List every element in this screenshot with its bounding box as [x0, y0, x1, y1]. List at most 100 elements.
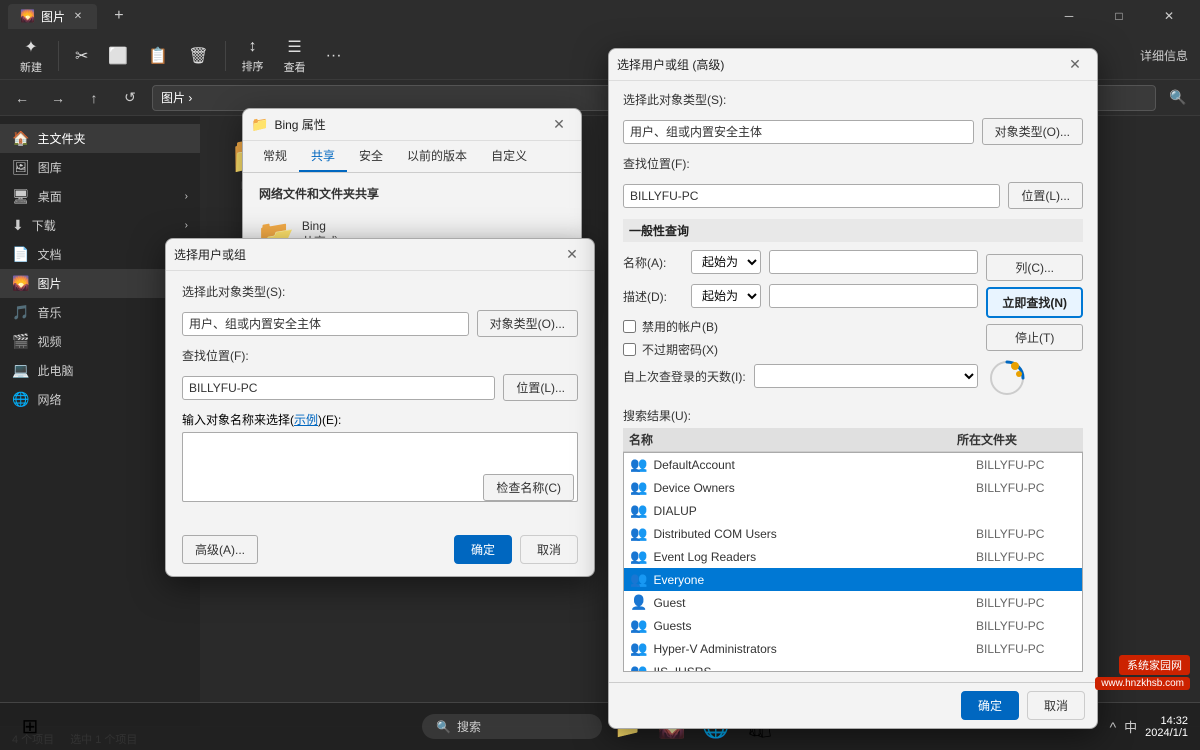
disabled-accounts-row: 禁用的帐户(B)	[623, 318, 978, 335]
adv-object-type-row: 对象类型(O)...	[623, 118, 1083, 145]
query-fields: 名称(A): 起始为 包含 描述(D): 起始为 包含	[623, 250, 978, 398]
result-dialup[interactable]: 👥 DIALUP	[624, 499, 1082, 522]
select-user-small-title: 选择用户或组	[174, 246, 558, 263]
location-button[interactable]: 位置(L)...	[503, 374, 578, 401]
col-name-header: 名称	[629, 431, 957, 448]
view-icon: ☰	[287, 37, 301, 57]
name-value-input[interactable]	[769, 250, 978, 274]
tray-arrow[interactable]: ^	[1110, 719, 1117, 735]
paste-button[interactable]: 📋	[140, 42, 176, 70]
tab-security[interactable]: 安全	[347, 141, 395, 172]
computer-icon: 💻	[12, 362, 29, 379]
result-name: Everyone	[653, 573, 976, 587]
sidebar-item-gallery[interactable]: 🖼 图库	[0, 153, 200, 182]
no-expire-password-row: 不过期密码(X)	[623, 341, 978, 358]
folder-icon: 🌄	[20, 9, 35, 23]
object-type-button[interactable]: 对象类型(O)...	[477, 310, 578, 337]
object-type-input[interactable]	[182, 312, 469, 336]
sidebar-item-label: 此电脑	[37, 362, 73, 379]
more-button[interactable]: ···	[318, 43, 350, 69]
desc-qualifier-select[interactable]: 起始为 包含	[691, 284, 761, 308]
no-expire-password-checkbox[interactable]	[623, 343, 636, 356]
sidebar-item-label: 网络	[37, 391, 61, 408]
select-user-advanced-body: 选择此对象类型(S): 对象类型(O)... 查找位置(F): 位置(L)...…	[609, 81, 1097, 682]
minimize-button[interactable]: ─	[1046, 0, 1092, 32]
result-everyone[interactable]: 👥 Everyone	[624, 568, 1082, 591]
location-input[interactable]	[182, 376, 495, 400]
close-button[interactable]: ✕	[1146, 0, 1192, 32]
adv-location-button[interactable]: 位置(L)...	[1008, 182, 1083, 209]
adv-object-type-button[interactable]: 对象类型(O)...	[982, 118, 1083, 145]
adv-ok-button[interactable]: 确定	[961, 691, 1019, 720]
taskbar-search-box[interactable]: 🔍 搜索	[422, 714, 602, 739]
user-group-icon: 👥	[630, 456, 647, 473]
sidebar-item-downloads[interactable]: ⬇ 下载 ›	[0, 211, 200, 240]
watermark-url: www.hnzkhsb.com	[1095, 677, 1190, 690]
copy-button[interactable]: ⬜	[100, 42, 136, 70]
days-since-login-row: 自上次查登录的天数(I):	[623, 364, 978, 388]
search-icon: 🔍	[436, 720, 451, 734]
up-button[interactable]: ↑	[80, 84, 108, 112]
sidebar-item-label: 主文件夹	[37, 130, 85, 147]
start-button[interactable]: ⊞	[12, 709, 48, 745]
name-qualifier-select[interactable]: 起始为 包含	[691, 250, 761, 274]
delete-icon: 🗑	[188, 46, 208, 66]
window-controls: ─ □ ✕	[1046, 0, 1192, 32]
column-button[interactable]: 列(C)...	[986, 254, 1083, 281]
tab-sharing[interactable]: 共享	[299, 141, 347, 172]
tab-general[interactable]: 常规	[251, 141, 299, 172]
gallery-icon: 🖼	[12, 159, 30, 176]
adv-location-row: 位置(L)...	[623, 182, 1083, 209]
sort-button[interactable]: ↕ 排序	[234, 34, 272, 78]
advanced-button[interactable]: 高级(A)...	[182, 535, 258, 564]
days-since-login-select[interactable]	[754, 364, 979, 388]
search-button[interactable]: 🔍	[1164, 84, 1192, 112]
adv-cancel-button[interactable]: 取消	[1027, 691, 1085, 720]
find-now-button[interactable]: 立即查找(N)	[986, 287, 1083, 318]
ok-button[interactable]: 确定	[454, 535, 512, 564]
cancel-button[interactable]: 取消	[520, 535, 578, 564]
tab-customize[interactable]: 自定义	[479, 141, 539, 172]
copy-icon: ⬜	[108, 46, 128, 66]
desc-value-input[interactable]	[769, 284, 978, 308]
forward-button[interactable]: →	[44, 84, 72, 112]
tab-close-button[interactable]: ✕	[71, 9, 85, 23]
result-distributed-com-users[interactable]: 👥 Distributed COM Users BILLYFU-PC	[624, 522, 1082, 545]
stop-button[interactable]: 停止(T)	[986, 324, 1083, 351]
sidebar-item-desktop[interactable]: 🖥 桌面 ›	[0, 182, 200, 211]
active-tab[interactable]: 🌄 图片 ✕	[8, 4, 97, 29]
sidebar-item-home[interactable]: 🏠 主文件夹	[0, 124, 200, 153]
delete-button[interactable]: 🗑	[180, 42, 216, 70]
tab-title: 图片	[41, 8, 65, 25]
new-tab-button[interactable]: +	[105, 2, 133, 30]
select-user-small-close[interactable]: ✕	[558, 241, 586, 269]
tab-previous-versions[interactable]: 以前的版本	[395, 141, 479, 172]
running-animation	[986, 357, 1028, 399]
result-default-account[interactable]: 👥 DefaultAccount BILLYFU-PC	[624, 453, 1082, 476]
maximize-button[interactable]: □	[1096, 0, 1142, 32]
result-event-log-readers[interactable]: 👥 Event Log Readers BILLYFU-PC	[624, 545, 1082, 568]
view-button[interactable]: ☰ 查看	[276, 33, 314, 79]
select-user-advanced-close[interactable]: ✕	[1061, 51, 1089, 79]
adv-location-input[interactable]	[623, 184, 1000, 208]
user-group-icon: 👥	[630, 525, 647, 542]
result-hyperv-admins[interactable]: 👥 Hyper-V Administrators BILLYFU-PC	[624, 637, 1082, 660]
adv-object-type-input[interactable]	[623, 120, 974, 144]
result-iis-iusrs[interactable]: 👥 IIS_IUSRS	[624, 660, 1082, 672]
section-network-sharing: 网络文件和文件夹共享	[259, 185, 565, 202]
back-button[interactable]: ←	[8, 84, 36, 112]
result-name: Event Log Readers	[653, 550, 976, 564]
result-device-owners[interactable]: 👥 Device Owners BILLYFU-PC	[624, 476, 1082, 499]
adv-object-type-label-row: 选择此对象类型(S):	[623, 91, 1083, 108]
user-group-icon: 👥	[630, 479, 647, 496]
bing-properties-close[interactable]: ✕	[545, 111, 573, 139]
disabled-accounts-checkbox[interactable]	[623, 320, 636, 333]
object-type-label: 选择此对象类型(S):	[182, 283, 285, 300]
check-name-button[interactable]: 检查名称(C)	[483, 474, 574, 501]
result-guest[interactable]: 👤 Guest BILLYFU-PC	[624, 591, 1082, 614]
cut-button[interactable]: ✂	[67, 42, 96, 70]
new-button[interactable]: ✦ 新建	[12, 33, 50, 79]
folder-small-icon: 📁	[251, 116, 268, 133]
refresh-button[interactable]: ↺	[116, 84, 144, 112]
result-guests[interactable]: 👥 Guests BILLYFU-PC	[624, 614, 1082, 637]
